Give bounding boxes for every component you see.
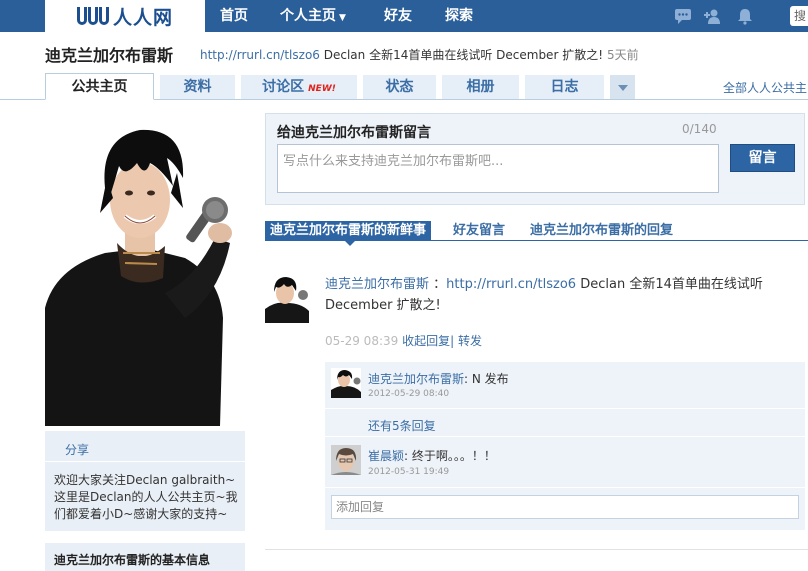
post-time: 05-29 08:39 xyxy=(325,334,399,348)
reply-avatar[interactable] xyxy=(331,445,361,475)
nav-friends[interactable]: 好友 xyxy=(384,0,412,32)
nav-explore[interactable]: 探索 xyxy=(445,0,473,32)
tab-profile-info[interactable]: 资料 xyxy=(160,75,235,99)
add-reply-input[interactable]: 添加回复 xyxy=(331,495,799,519)
latest-status: http://rrurl.cn/tlszo6 Declan 全新14首单曲在线试… xyxy=(200,46,639,63)
post-link[interactable]: http://rrurl.cn/tlszo6 xyxy=(446,277,576,292)
reply-text: : N 发布 xyxy=(464,372,509,386)
logo-mark-icon xyxy=(76,7,109,25)
new-badge: NEW! xyxy=(308,84,336,94)
status-time: 5天前 xyxy=(607,48,639,62)
share-description: 欢迎大家关注Declan galbraith~这里是Declan的人人公共主页~… xyxy=(54,473,238,521)
basic-info-panel: 迪克兰加尔布雷斯的基本信息 xyxy=(45,543,245,571)
reply-item: 崔晨颖: 终于啊。。。！！ 2012-05-31 19:49 xyxy=(325,437,805,487)
reply-author-name[interactable]: 迪克兰加尔布雷斯 xyxy=(368,372,464,386)
post-author-name[interactable]: 迪克兰加尔布雷斯 xyxy=(325,277,429,292)
profile-photo-image xyxy=(45,129,232,426)
forward-link[interactable]: 转发 xyxy=(458,334,482,348)
nav-profile[interactable]: 个人主页 ▼ xyxy=(280,0,346,32)
share-link[interactable]: 分享 xyxy=(65,441,89,458)
tab-discussion[interactable]: 讨论区 NEW! xyxy=(241,75,357,99)
tab-public-home[interactable]: 公共主页 xyxy=(45,73,154,100)
char-counter: 0/140 xyxy=(682,122,717,136)
notification-bell-icon[interactable] xyxy=(736,7,754,25)
search-input[interactable]: 搜 xyxy=(790,6,808,26)
reply-divider xyxy=(325,408,805,409)
leave-message-button[interactable]: 留言 xyxy=(730,144,795,172)
tab-status[interactable]: 状态 xyxy=(363,75,436,99)
all-public-pages-link[interactable]: 全部人人公共主 xyxy=(723,79,807,96)
reply-time: 2012-05-29 08:40 xyxy=(368,389,450,399)
feed-tab-news[interactable]: 迪克兰加尔布雷斯的新鲜事 xyxy=(265,221,432,246)
more-replies-link[interactable]: 还有5条回复 xyxy=(368,417,436,434)
reply-avatar-image xyxy=(331,445,361,475)
feed-tab-friend-messages[interactable]: 好友留言 xyxy=(453,221,505,241)
tab-blog[interactable]: 日志 xyxy=(525,75,604,99)
share-panel: 分享 欢迎大家关注Declan galbraith~这里是Declan的人人公共… xyxy=(45,431,245,531)
nav-home[interactable]: 首页 xyxy=(220,0,248,32)
add-friend-icon[interactable] xyxy=(704,7,722,25)
logo-text: 人人网 xyxy=(112,6,173,29)
tab-albums[interactable]: 相册 xyxy=(442,75,519,99)
reply-avatar[interactable] xyxy=(331,368,361,398)
leave-message-title: 给迪克兰加尔布雷斯留言 xyxy=(277,125,431,141)
chat-icon[interactable] xyxy=(674,7,692,25)
reply-text: : 终于啊。。。！！ xyxy=(404,449,496,463)
leave-message-panel: 给迪克兰加尔布雷斯留言 0/140 写点什么来支持迪克兰加尔布雷斯吧... 留言 xyxy=(265,113,805,205)
status-link[interactable]: http://rrurl.cn/tlszo6 xyxy=(200,48,320,62)
reply-body: 迪克兰加尔布雷斯: N 发布 xyxy=(368,370,509,387)
post-meta: 05-29 08:39 收起回复| 转发 xyxy=(325,332,482,349)
feed-tab-replies[interactable]: 迪克兰加尔布雷斯的回复 xyxy=(530,221,673,241)
post-avatar-image xyxy=(265,273,309,323)
chevron-down-icon: ▼ xyxy=(339,13,346,23)
page-title: 迪克兰加尔布雷斯 xyxy=(45,46,174,65)
reply-time: 2012-05-31 19:49 xyxy=(368,467,450,477)
tab-discussion-label: 讨论区 xyxy=(262,79,305,95)
feed-item-divider xyxy=(265,549,808,550)
status-text: Declan 全新14首单曲在线试听 December 扩散之! xyxy=(319,48,604,62)
replies-panel: 迪克兰加尔布雷斯: N 发布 2012-05-29 08:40 还有5条回复 崔… xyxy=(325,362,805,530)
meta-separator: | xyxy=(450,334,455,348)
reply-author-name[interactable]: 崔晨颖 xyxy=(368,449,404,463)
top-navigation-bar: 人人网 首页 个人主页 ▼ 好友 探索 搜 xyxy=(0,0,808,32)
share-divider xyxy=(45,461,245,462)
renren-logo[interactable]: 人人网 xyxy=(45,0,205,32)
tab-more-dropdown[interactable] xyxy=(610,75,635,99)
basic-info-title: 迪克兰加尔布雷斯的基本信息 xyxy=(54,553,211,567)
reply-avatar-image xyxy=(331,368,361,398)
post-author-avatar[interactable] xyxy=(265,273,309,323)
nav-profile-label: 个人主页 xyxy=(280,8,336,24)
message-textarea[interactable]: 写点什么来支持迪克兰加尔布雷斯吧... xyxy=(277,144,719,193)
profile-photo[interactable] xyxy=(45,118,245,426)
collapse-replies-link[interactable]: 收起回复 xyxy=(402,334,450,348)
reply-item: 迪克兰加尔布雷斯: N 发布 2012-05-29 08:40 xyxy=(325,362,805,408)
post-content: 迪克兰加尔布雷斯 ：http://rrurl.cn/tlszo6 Declan … xyxy=(325,274,765,316)
reply-divider xyxy=(325,487,805,488)
post-colon: ： xyxy=(429,277,447,292)
reply-body: 崔晨颖: 终于啊。。。！！ xyxy=(368,447,496,464)
